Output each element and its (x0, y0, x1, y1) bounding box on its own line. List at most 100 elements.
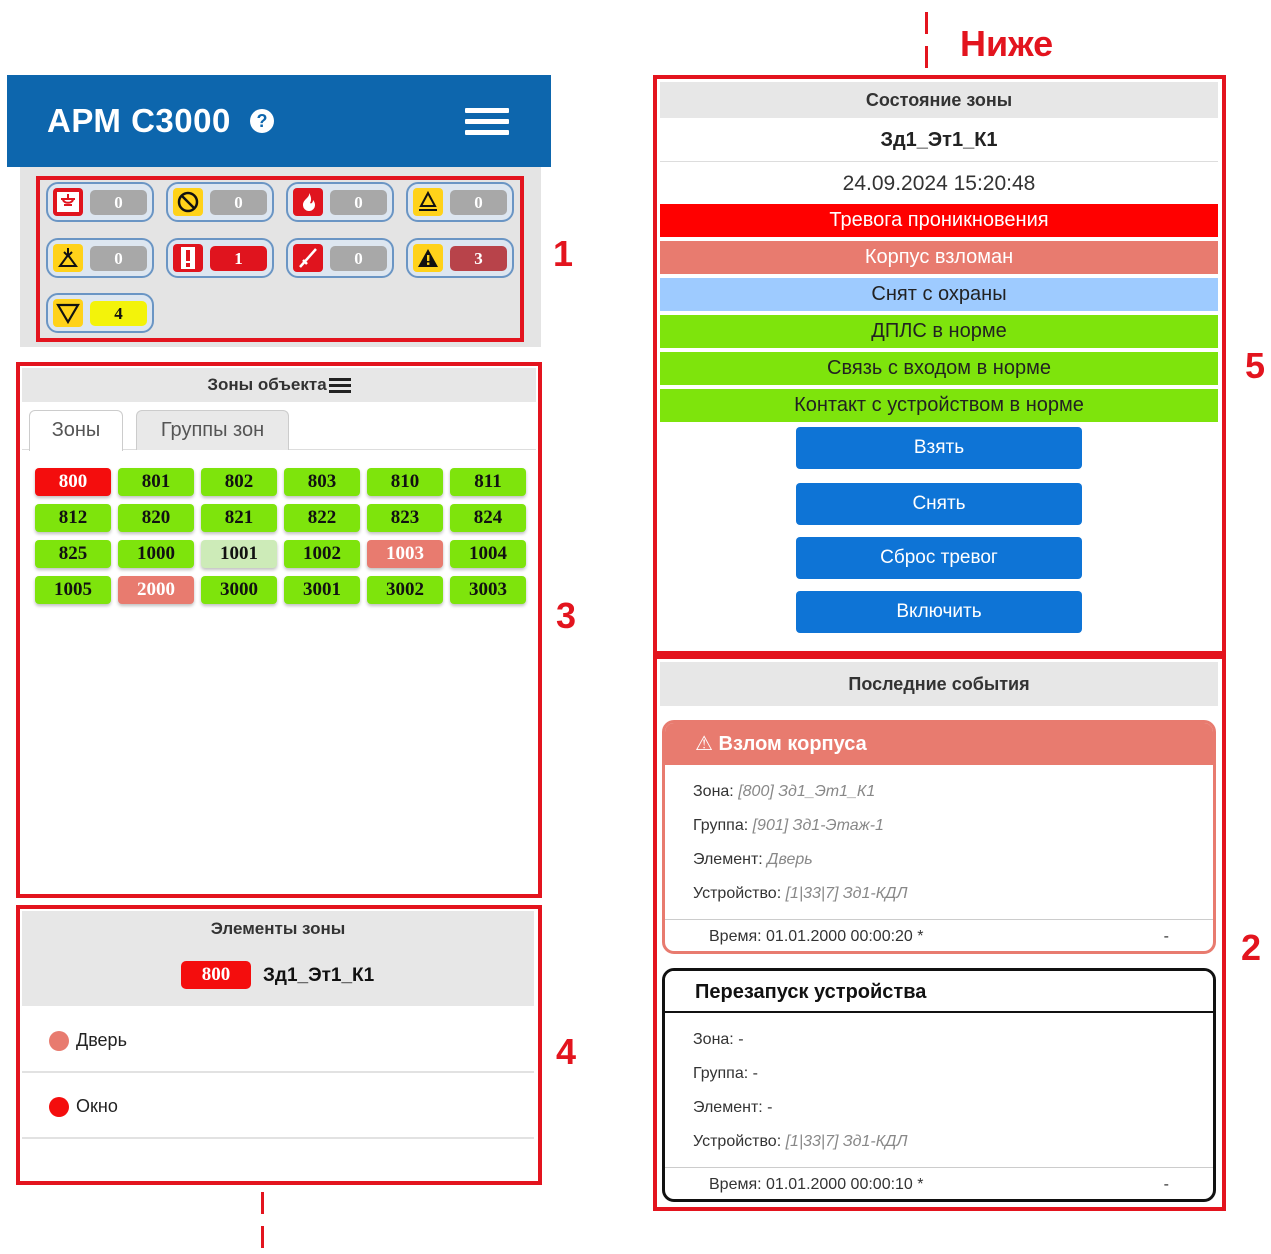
counter-value: 0 (90, 190, 147, 215)
zone-button-3003[interactable]: 3003 (450, 576, 526, 604)
event-time: Время: 01.01.2000 00:00:20 * (709, 928, 924, 945)
zone-status-row: Тревога проникновения (660, 204, 1218, 237)
zone-state-datetime: 24.09.2024 15:20:48 (842, 172, 1036, 195)
zone-status-row: Связь с входом в норме (660, 352, 1218, 385)
counter-exclamation[interactable]: 1 (166, 238, 274, 278)
counter-value: 0 (90, 246, 147, 271)
event-title: Взлом корпуса (718, 733, 867, 755)
counter-flame[interactable]: 0 (286, 182, 394, 222)
zone-button-803[interactable]: 803 (284, 468, 360, 496)
counter-value: 0 (330, 246, 387, 271)
reset-alarms-button[interactable]: Сброс тревог (796, 537, 1082, 579)
event-zone: Зона: [800] Зд1_Эт1_К1 (693, 783, 876, 800)
app-header: АРМ С3000 ? (7, 75, 551, 167)
event-zone: Зона: - (693, 1031, 744, 1048)
zone-button-1001[interactable]: 1001 (201, 540, 277, 568)
counter-warning-triangle[interactable]: 3 (406, 238, 514, 278)
event-device: Устройство: [1|33|7] Зд1-КДЛ (693, 1133, 908, 1150)
counter-arrow-warning[interactable]: 0 (46, 238, 154, 278)
event-device: Устройство: [1|33|7] Зд1-КДЛ (693, 885, 908, 902)
annotation-dashed-line-bottom (261, 1192, 264, 1254)
zone-button-822[interactable]: 822 (284, 504, 360, 532)
warning-triangle-icon (413, 244, 443, 272)
zone-button-802[interactable]: 802 (201, 468, 277, 496)
prohibited-icon (173, 188, 203, 216)
event-footer: Время: 01.01.2000 00:00:10 * - (665, 1167, 1213, 1199)
zone-badge: 800 (181, 961, 251, 989)
disarm-button[interactable]: Снять (796, 483, 1082, 525)
counter-value: 0 (450, 190, 507, 215)
events-panel-title: Последние события (660, 662, 1218, 706)
annotation-label-2: 2 (1241, 927, 1262, 968)
enable-button[interactable]: Включить (796, 591, 1082, 633)
counter-value: 4 (90, 301, 147, 326)
down-triangle-icon (53, 299, 83, 327)
arm-button[interactable]: Взять (796, 427, 1082, 469)
app-title: АРМ С3000 (47, 102, 231, 139)
zone-status-row: Корпус взломан (660, 241, 1218, 274)
zone-button-823[interactable]: 823 (367, 504, 443, 532)
zone-button-1002[interactable]: 1002 (284, 540, 360, 568)
event-group: Группа: [901] Зд1-Этаж-1 (693, 817, 884, 834)
element-row[interactable]: Окно (22, 1073, 534, 1139)
zone-button-3000[interactable]: 3000 (201, 576, 277, 604)
zone-button-2000[interactable]: 2000 (118, 576, 194, 604)
zone-button-824[interactable]: 824 (450, 504, 526, 532)
event-footer: Время: 01.01.2000 00:00:20 * - (665, 919, 1213, 951)
zone-button-801[interactable]: 801 (118, 468, 194, 496)
zone-button-820[interactable]: 820 (118, 504, 194, 532)
annotation-label-3: 3 (556, 595, 577, 636)
counter-value: 0 (330, 190, 387, 215)
event-card[interactable]: ⚠ Взлом корпуса Зона: [800] Зд1_Эт1_К1 Г… (662, 720, 1216, 954)
help-icon[interactable]: ? (250, 109, 274, 133)
zone-state-panel: Состояние зоны Зд1_Эт1_К1 24.09.2024 15:… (660, 82, 1218, 648)
tab-zones[interactable]: Зоны (29, 410, 123, 451)
zone-button-1003[interactable]: 1003 (367, 540, 443, 568)
counter-value: 0 (210, 190, 267, 215)
zone-button-800[interactable]: 800 (35, 468, 111, 496)
element-row[interactable]: Дверь (22, 1007, 534, 1073)
event-element: Элемент: - (693, 1099, 773, 1116)
annotation-label-1: 1 (553, 233, 574, 274)
zones-panel-title: Зоны объекта (207, 375, 327, 394)
zone-button-821[interactable]: 821 (201, 504, 277, 532)
zone-button-3002[interactable]: 3002 (367, 576, 443, 604)
zone-button-1005[interactable]: 1005 (35, 576, 111, 604)
event-group: Группа: - (693, 1065, 758, 1082)
zone-button-811[interactable]: 811 (450, 468, 526, 496)
zone-button-3001[interactable]: 3001 (284, 576, 360, 604)
menu-icon[interactable] (465, 108, 509, 136)
element-status-dot (49, 1031, 69, 1051)
counter-prohibited[interactable]: 0 (166, 182, 274, 222)
zone-status-row: ДПЛС в норме (660, 315, 1218, 348)
event-card-header: ⚠ Взлом корпуса (665, 723, 1213, 765)
event-element: Элемент: Дверь (693, 851, 813, 868)
zones-menu-icon[interactable] (328, 377, 351, 394)
counter-broken-sensor[interactable]: 0 (286, 238, 394, 278)
counter-warning-underline[interactable]: 0 (406, 182, 514, 222)
annotation-below-label: Ниже (960, 23, 1054, 64)
zone-button-825[interactable]: 825 (35, 540, 111, 568)
flame-icon (293, 188, 323, 216)
counter-fire-alarm[interactable]: 0 (46, 182, 154, 222)
event-title: Перезапуск устройства (695, 981, 927, 1003)
arrow-warning-icon (53, 244, 83, 272)
events-panel: Последние события ⚠ Взлом корпуса Зона: … (660, 662, 1218, 1204)
tab-zone-groups[interactable]: Группы зон (136, 410, 289, 450)
counter-value: 1 (210, 246, 267, 271)
zone-elements-header: Элементы зоны 800 Зд1_Эт1_К1 (22, 911, 534, 1006)
zone-button-810[interactable]: 810 (367, 468, 443, 496)
zone-state-title: Состояние зоны (660, 82, 1218, 118)
element-label: Дверь (76, 1030, 127, 1050)
zone-elements-title: Элементы зоны (210, 919, 346, 938)
zone-button-812[interactable]: 812 (35, 504, 111, 532)
event-card[interactable]: Перезапуск устройства Зона: - Группа: - … (662, 968, 1216, 1202)
zone-status-row: Снят с охраны (660, 278, 1218, 311)
annotation-dashed-line-top (925, 12, 928, 70)
counter-down-triangle[interactable]: 4 (46, 293, 154, 333)
zones-panel: Зоны объекта Зоны Группы зон 800 801 802 80… (22, 368, 536, 894)
zone-button-1004[interactable]: 1004 (450, 540, 526, 568)
zone-status-row: Контакт с устройством в норме (660, 389, 1218, 422)
event-dash: - (1163, 928, 1169, 945)
zone-button-1000[interactable]: 1000 (118, 540, 194, 568)
